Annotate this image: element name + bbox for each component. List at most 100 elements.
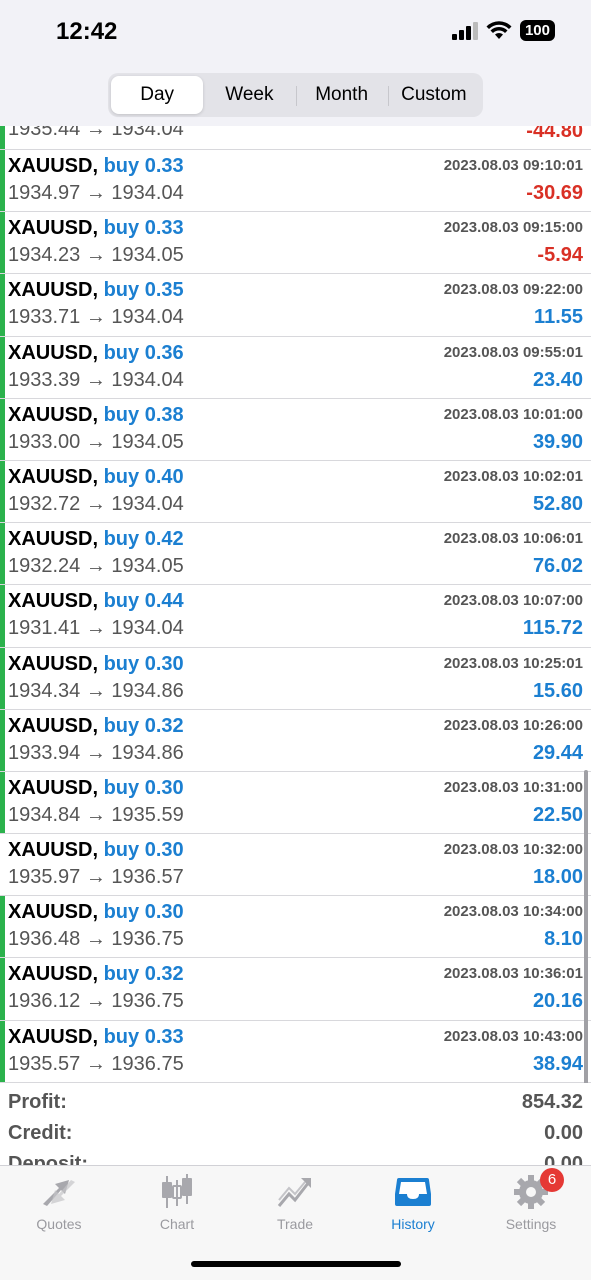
summary-value: 854.32 (521, 1091, 583, 1113)
deal-symbol: XAUUSD, buy 0.30 (8, 653, 184, 676)
tab-label: Settings (505, 1216, 557, 1232)
deal-row[interactable]: XAUUSD, buy 0.30 2023.08.03 10:31:00 1934.… (0, 771, 591, 835)
deal-action: buy 0.32 (103, 714, 184, 737)
cellular-signal-icon (451, 21, 478, 40)
summary-label: Profit: (8, 1091, 67, 1113)
deal-row[interactable]: XAUUSD, buy 0.38 2023.08.03 10:01:00 1933.… (0, 398, 591, 461)
deal-date: 2023.08.03 09:15:00 (443, 219, 583, 237)
deal-prices: 1933.39 → 1934.04 (8, 368, 184, 391)
deal-prices: 1933.94 → 1934.86 (8, 741, 184, 764)
deal-prices: 1932.24 → 1934.05 (8, 555, 184, 578)
buy-marker (0, 585, 5, 647)
scrollbar[interactable] (584, 770, 588, 1135)
deal-date: 2023.08.03 10:06:01 (443, 530, 583, 548)
deal-row[interactable]: XAUUSD, buy 0.44 2023.08.03 10:07:00 1931.… (0, 585, 591, 648)
tab-label: Chart (159, 1216, 195, 1232)
deal-date: 2023.08.03 09:55:01 (443, 343, 583, 361)
symbol-name: XAUUSD, (8, 590, 99, 613)
symbol-name: XAUUSD, (8, 279, 99, 302)
symbol-name: XAUUSD, (8, 652, 99, 675)
deal-action: buy 0.33 (103, 1025, 184, 1048)
buy-marker (0, 212, 5, 274)
deal-prices: 1934.84 → 1935.59 (8, 803, 184, 826)
history-inbox-icon (395, 1178, 431, 1206)
tab-history[interactable]: History (354, 1174, 472, 1232)
period-tab-month[interactable]: Month (295, 76, 388, 114)
deal-profit: 115.72 (522, 617, 583, 640)
deal-symbol: XAUUSD, buy 0.32 (8, 715, 184, 738)
deal-row[interactable]: XAUUSD, buy 0.32 2023.08.03 10:26:00 1933.… (0, 709, 591, 772)
symbol-name: XAUUSD, (8, 155, 99, 177)
deal-action: buy 0.32 (103, 963, 184, 986)
deal-row[interactable]: XAUUSD, buy 0.42 2023.08.03 10:06:01 1932.… (0, 523, 591, 586)
tab-quotes[interactable]: Quotes (0, 1174, 118, 1232)
deal-symbol: XAUUSD, buy 0.40 (8, 466, 184, 489)
deal-date: 2023.08.03 10:32:00 (443, 841, 583, 859)
tab-trade[interactable]: Trade (236, 1174, 354, 1232)
symbol-name: XAUUSD, (8, 528, 99, 551)
deal-symbol: XAUUSD, buy 0.30 (8, 839, 184, 862)
deal-prices: 1936.48 → 1936.75 (8, 928, 184, 951)
deals-list[interactable]: 1935.44 → 1934.04 -44.80 XAUUSD, buy 0.33 2… (0, 126, 591, 1083)
deal-action: buy 0.38 (103, 403, 184, 426)
period-tab-day[interactable]: Day (111, 76, 204, 114)
deal-profit: 15.60 (532, 679, 583, 702)
deal-profit: 11.55 (534, 306, 583, 329)
tab-settings[interactable]: 6 Settings (472, 1168, 590, 1232)
deal-action: buy 0.36 (103, 341, 184, 364)
deal-date: 2023.08.03 10:02:01 (443, 467, 583, 485)
buy-marker (0, 896, 5, 958)
deal-row[interactable]: XAUUSD, buy 0.30 2023.08.03 10:32:00 1935.… (0, 834, 591, 897)
deal-row[interactable]: XAUUSD, buy 0.33 2023.08.03 09:15:00 1934.… (0, 212, 591, 275)
quotes-arrows-icon (43, 1180, 75, 1206)
tab-chart[interactable]: Chart (118, 1174, 236, 1232)
tab-label: History (391, 1216, 435, 1232)
deal-symbol: XAUUSD, buy 0.33 (8, 155, 184, 178)
buy-marker (0, 150, 5, 212)
period-tab-custom[interactable]: Custom (387, 76, 480, 114)
deal-row[interactable]: XAUUSD, buy 0.36 2023.08.03 09:55:01 1933.… (0, 336, 591, 399)
deal-row[interactable]: XAUUSD, buy 0.35 2023.08.03 09:22:00 1933.… (0, 274, 591, 337)
symbol-name: XAUUSD, (8, 403, 99, 426)
deal-row[interactable]: XAUUSD, buy 0.40 2023.08.03 10:02:01 1932.… (0, 460, 591, 524)
deal-prices: 1936.12 → 1936.75 (8, 990, 184, 1013)
summary-row: Deposit: 0.00 (0, 1145, 591, 1165)
deal-date: 2023.08.03 10:26:00 (443, 716, 583, 734)
symbol-name: XAUUSD, (8, 963, 99, 986)
deal-profit: 8.10 (544, 928, 583, 951)
deal-symbol: XAUUSD, buy 0.30 (8, 777, 184, 800)
symbol-name: XAUUSD, (8, 217, 99, 240)
deal-row[interactable]: XAUUSD, buy 0.33 2023.08.03 10:43:00 1935.… (0, 1020, 591, 1083)
deal-row[interactable]: 1935.44 → 1934.04 -44.80 (0, 126, 591, 150)
symbol-name: XAUUSD, (8, 776, 99, 799)
deal-symbol: XAUUSD, buy 0.33 (8, 217, 184, 240)
deal-row[interactable]: XAUUSD, buy 0.30 2023.08.03 10:34:00 1936.… (0, 896, 591, 959)
buy-marker (0, 126, 5, 149)
summary-label: Deposit: (8, 1153, 88, 1165)
deal-row[interactable]: XAUUSD, buy 0.32 2023.08.03 10:36:01 1936.… (0, 958, 591, 1021)
deal-action: buy 0.33 (103, 155, 184, 177)
deal-row[interactable]: XAUUSD, buy 0.30 2023.08.03 10:25:01 1934.… (0, 647, 591, 710)
deal-symbol: XAUUSD, buy 0.38 (8, 404, 184, 427)
deal-date: 2023.08.03 10:34:00 (443, 903, 583, 921)
deal-date: 2023.08.03 10:07:00 (443, 592, 583, 610)
deal-date: 2023.08.03 09:10:01 (443, 157, 583, 174)
buy-marker (0, 771, 5, 834)
period-tab-week[interactable]: Week (203, 76, 295, 114)
deal-symbol: XAUUSD, buy 0.35 (8, 279, 184, 302)
deal-prices: 1933.71 → 1934.04 (8, 306, 184, 329)
deal-profit: 23.40 (532, 368, 583, 391)
deal-action: buy 0.30 (103, 652, 184, 675)
status-bar: 12:42 100 (0, 0, 591, 66)
battery-indicator: 100 (519, 20, 555, 41)
buy-marker (0, 709, 5, 771)
deal-action: buy 0.35 (103, 279, 184, 302)
deal-symbol: XAUUSD, buy 0.33 (8, 1026, 184, 1049)
deal-prices: 1932.72 → 1934.04 (8, 492, 184, 515)
deal-row[interactable]: XAUUSD, buy 0.33 2023.08.03 09:10:01 1934.… (0, 150, 591, 213)
summary-row: Profit: 854.32 (0, 1083, 591, 1114)
deal-action: buy 0.30 (103, 839, 184, 862)
deal-action: buy 0.33 (103, 217, 184, 240)
deal-profit: 76.02 (532, 555, 583, 578)
deal-action: buy 0.30 (103, 776, 184, 799)
